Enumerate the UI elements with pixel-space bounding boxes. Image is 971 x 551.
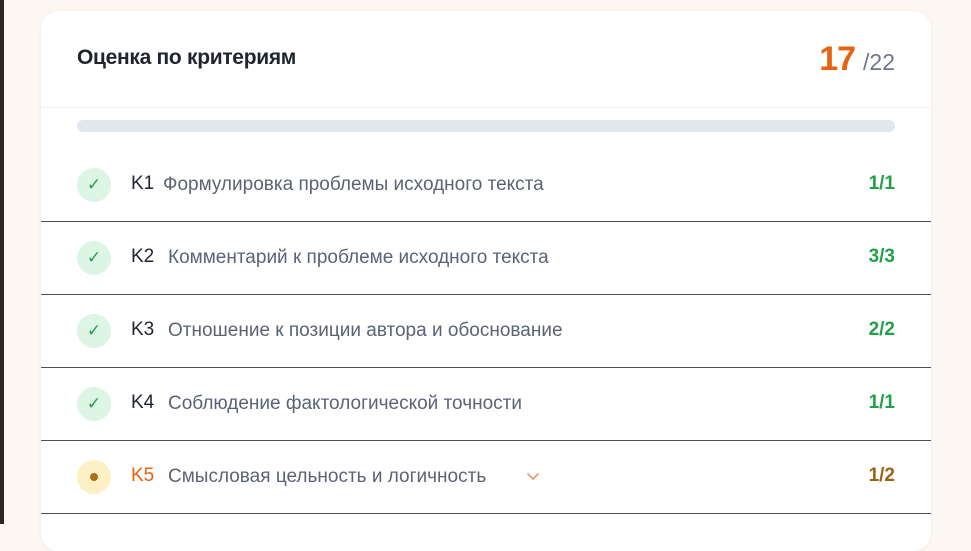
criterion-row-k4[interactable]: ✓ K4 Соблюдение фактологической точности… [41, 368, 931, 441]
score-progress-bar [77, 120, 895, 132]
total-score: 17 / 22 [819, 40, 895, 79]
criterion-score: 2/2 [868, 319, 895, 340]
criterion-score: 3/3 [868, 246, 895, 267]
criterion-code: K4 [131, 392, 155, 413]
criterion-code: K5 [131, 465, 155, 486]
criterion-score: 1/1 [868, 173, 895, 194]
check-icon: ✓ [77, 314, 111, 348]
chevron-down-icon[interactable] [524, 467, 542, 485]
criterion-row-k2[interactable]: ✓ K2 Комментарий к проблеме исходного те… [41, 222, 931, 295]
dot-icon [77, 460, 111, 494]
partial-dot [90, 473, 98, 481]
criterion-code: K2 [131, 246, 155, 267]
card-title: Оценка по критериям [77, 46, 297, 69]
criterion-row-k3[interactable]: ✓ K3 Отношение к позиции автора и обосно… [41, 295, 931, 368]
criterion-name: Комментарий к проблеме исходного текста [168, 247, 549, 268]
criterion-row-k1[interactable]: ✓ K1 Формулировка проблемы исходного тек… [41, 149, 931, 222]
criterion-score: 1/2 [868, 465, 895, 486]
criterion-name: Отношение к позиции автора и обоснование [168, 320, 563, 341]
card-header: Оценка по критериям 17 / 22 [41, 11, 931, 108]
score-max: 22 [869, 49, 895, 75]
criterion-code: K3 [131, 319, 155, 340]
window-edge [0, 0, 4, 524]
criteria-list: ✓ K1 Формулировка проблемы исходного тек… [41, 149, 931, 514]
check-icon: ✓ [77, 241, 111, 275]
score-value: 17 [819, 40, 856, 78]
criterion-row-k5[interactable]: K5 Смысловая цельность и логичность 1/2 [41, 441, 931, 514]
check-icon: ✓ [77, 168, 111, 202]
criterion-name: Формулировка проблемы исходного текста [163, 174, 544, 195]
check-icon: ✓ [77, 387, 111, 421]
criteria-score-card: Оценка по критериям 17 / 22 ✓ K1 Формули… [41, 11, 931, 551]
criterion-name: Соблюдение фактологической точности [168, 393, 522, 414]
criterion-code: K1 [131, 173, 155, 194]
criterion-score: 1/1 [868, 392, 895, 413]
criterion-name: Смысловая цельность и логичность [168, 466, 487, 487]
